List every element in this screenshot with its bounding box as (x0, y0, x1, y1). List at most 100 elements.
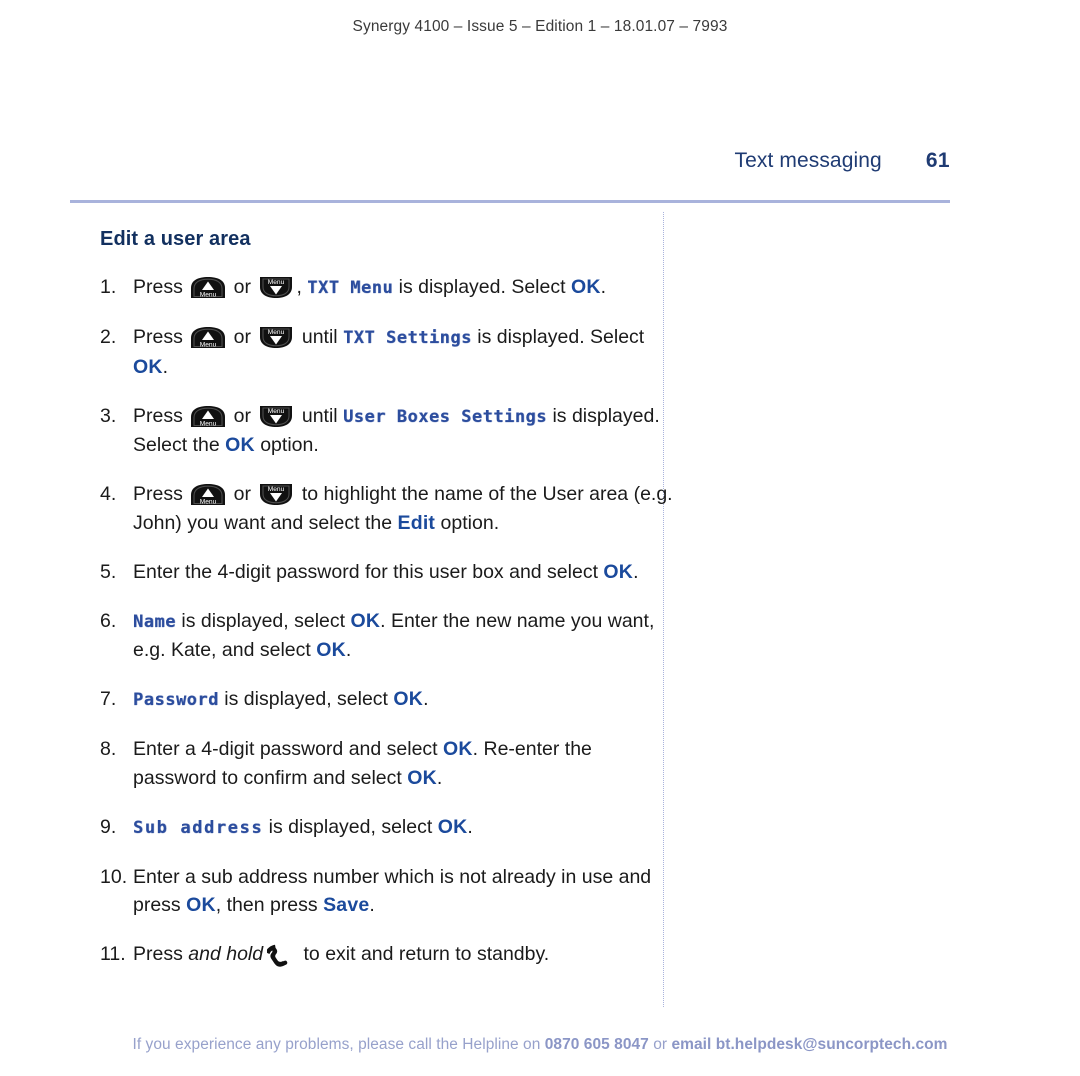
instruction-step: 11. Press and hold to exit and return to … (100, 940, 678, 969)
step-number: 1. (100, 276, 117, 298)
step-number: 3. (100, 404, 117, 427)
step-text: or (228, 483, 257, 505)
instruction-step: 6. Name is displayed, select OK. Enter th… (100, 607, 678, 665)
instruction-step-list: 1. Press Menu or Menu, TXT Menu is displa… (100, 273, 678, 969)
step-number: 6. (100, 609, 117, 632)
emphasis-text: and hold (188, 943, 264, 965)
step-text: is displayed, select (218, 688, 394, 710)
softkey-label: OK (570, 276, 601, 298)
menu-up-key-icon: Menu (190, 276, 226, 299)
softkey-label: OK (393, 688, 424, 710)
step-text: until (296, 404, 344, 427)
step-text: . (423, 688, 429, 710)
instruction-step: 10. Enter a sub address number which is n… (100, 863, 678, 920)
chapter-title: Text messaging (734, 149, 882, 172)
menu-down-key-icon: Menu (258, 326, 294, 349)
softkey-label: OK (350, 609, 381, 632)
step-text: . (633, 560, 639, 583)
softkey-label: OK (407, 766, 437, 789)
menu-down-key-icon: Menu (258, 483, 294, 506)
svg-text:Menu: Menu (268, 486, 285, 493)
step-number: 4. (100, 483, 117, 505)
display-text: Name (133, 611, 176, 632)
step-text: Enter a 4-digit password and select (133, 738, 444, 760)
softkey-label: OK (186, 894, 216, 916)
instruction-step: 5. Enter the 4-digit password for this us… (100, 558, 678, 587)
content-column: Edit a user area 1. Press Menu or Menu, T… (100, 228, 678, 989)
step-text: or (228, 404, 257, 427)
svg-text:Menu: Menu (200, 341, 217, 348)
step-text: . (436, 766, 443, 789)
instruction-step: 3. Press Menu or Menu until User Boxes Se… (100, 402, 678, 460)
instruction-step: 9. Sub address is displayed, select OK. (100, 813, 678, 843)
handset-end-call-icon (267, 941, 295, 967)
step-text: , then press (215, 894, 324, 916)
instruction-step: 1. Press Menu or Menu, TXT Menu is displa… (100, 273, 678, 303)
step-text: . (369, 894, 375, 916)
footer-lead-text: If you experience any problems, please c… (132, 1036, 545, 1053)
footer-helpline-number: 0870 605 8047 (544, 1036, 649, 1053)
step-number: 2. (100, 326, 117, 348)
step-text: Press (133, 326, 189, 348)
svg-text:Menu: Menu (268, 279, 285, 286)
instruction-step: 2. Press Menu or Menu until TXT Settings … (100, 323, 678, 381)
display-text: Password (133, 690, 219, 710)
running-head: Synergy 4100 – Issue 5 – Edition 1 – 18.… (352, 18, 728, 35)
svg-text:Menu: Menu (200, 420, 217, 427)
step-text: is displayed. Select (393, 276, 571, 298)
footer-conjunction: or (648, 1036, 672, 1053)
header-rule (70, 200, 950, 203)
instruction-step: 4. Press Menu or Menu to highlight the na… (100, 480, 678, 537)
svg-text:Menu: Menu (268, 407, 285, 414)
instruction-step: 8. Enter a 4-digit password and select OK… (100, 735, 678, 792)
footer-email[interactable]: email bt.helpdesk@suncorptech.com (671, 1036, 947, 1053)
menu-up-key-icon: Menu (190, 483, 226, 506)
display-text: Sub address (133, 817, 264, 838)
softkey-label: OK (133, 355, 163, 378)
softkey-label: Save (323, 894, 370, 916)
softkey-label: OK (437, 815, 468, 838)
svg-text:Menu: Menu (268, 329, 285, 336)
softkey-label: OK (225, 434, 255, 456)
step-text: Press (133, 483, 189, 505)
step-text: or (228, 326, 257, 348)
instruction-step: 7. Password is displayed, select OK. (100, 685, 678, 715)
step-text: . (600, 276, 607, 298)
step-text: Press (133, 276, 189, 298)
step-text: until (296, 326, 344, 348)
softkey-label: OK (316, 639, 346, 661)
menu-down-key-icon: Menu (258, 276, 294, 299)
softkey-label: Edit (397, 511, 436, 534)
step-text: option. (435, 511, 500, 534)
menu-up-key-icon: Menu (190, 326, 226, 349)
step-number: 5. (100, 560, 117, 583)
softkey-label: OK (443, 738, 473, 760)
page-number: 61 (925, 149, 950, 172)
step-text: Press (133, 404, 189, 427)
softkey-label: OK (603, 560, 634, 583)
step-text: to exit and return to standby. (298, 943, 550, 965)
section-heading: Edit a user area (100, 228, 251, 250)
step-text: Enter the 4-digit password for this user… (133, 560, 604, 583)
step-text: . (467, 815, 473, 838)
menu-down-key-icon: Menu (258, 405, 294, 428)
chapter-header: Text messaging 61 (0, 149, 950, 173)
step-text: option. (254, 434, 319, 456)
page-footer: If you experience any problems, please c… (0, 1036, 1080, 1054)
display-text: TXT Settings (343, 328, 472, 348)
step-text: . (162, 355, 169, 378)
step-number: 11. (100, 943, 126, 965)
step-text: , (296, 276, 308, 298)
step-number: 8. (100, 738, 117, 760)
menu-up-key-icon: Menu (190, 405, 226, 428)
display-text: User Boxes Settings (343, 406, 548, 427)
step-text: is displayed, select (175, 609, 351, 632)
step-number: 9. (100, 815, 117, 838)
step-text: is displayed. Select (471, 326, 645, 348)
svg-text:Menu: Menu (200, 498, 217, 505)
svg-text:Menu: Menu (200, 291, 217, 298)
step-number: 10. (100, 865, 128, 888)
step-text: or (228, 276, 257, 298)
step-text: is displayed, select (263, 815, 438, 838)
display-text: TXT Menu (307, 278, 394, 298)
